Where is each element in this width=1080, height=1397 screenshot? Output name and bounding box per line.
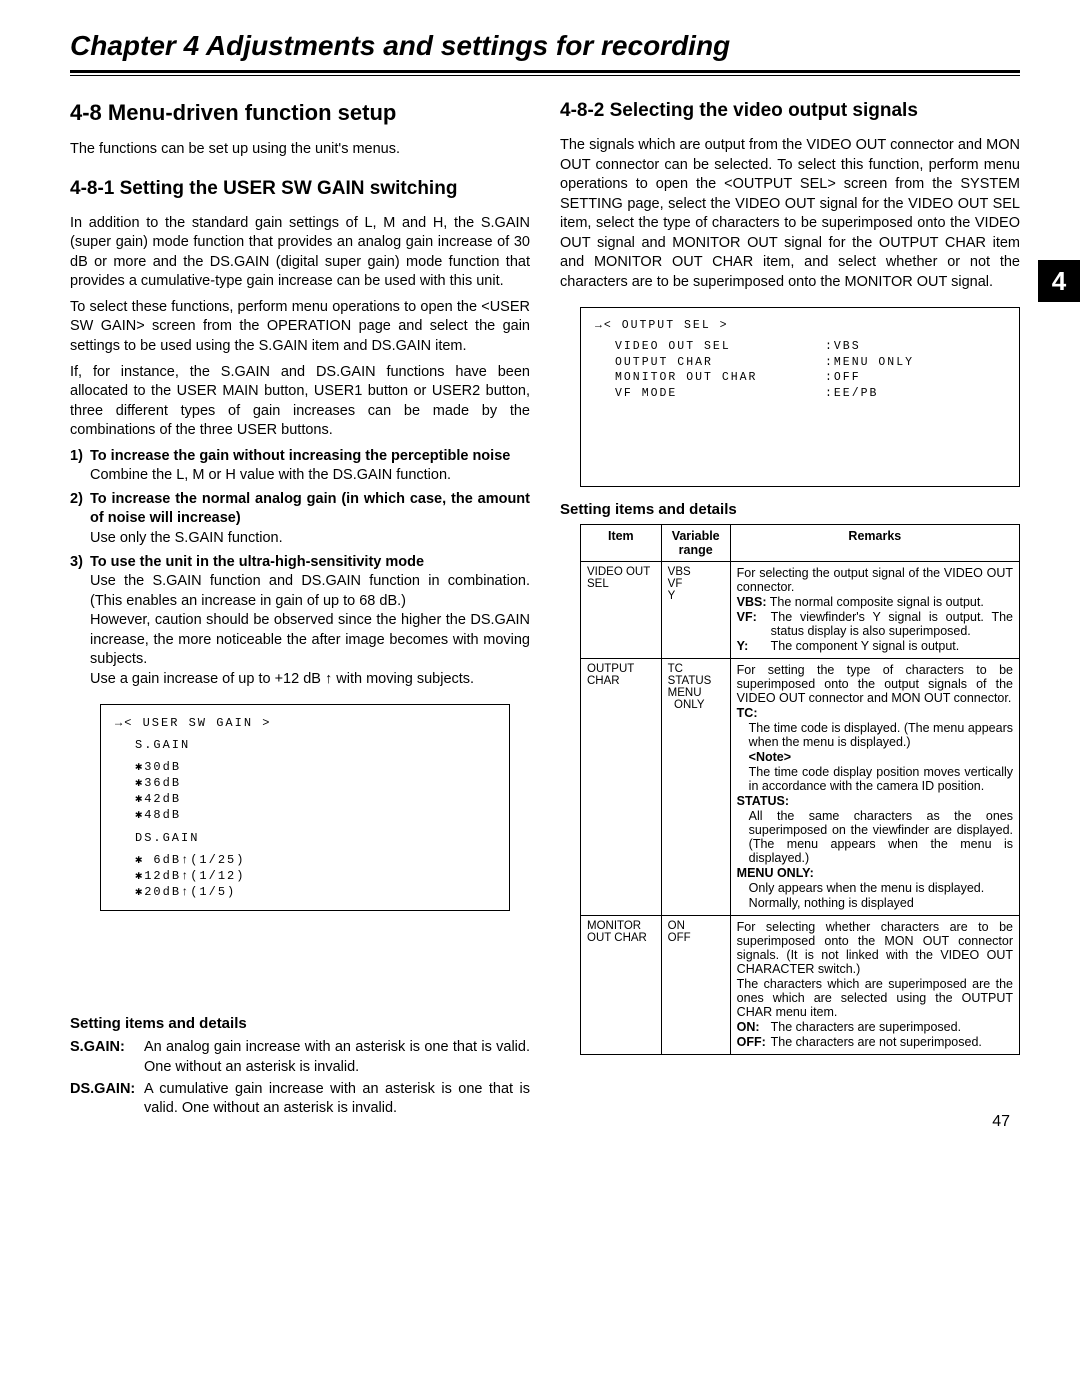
menu-line: ✱48dB [115, 807, 495, 823]
chapter-title: Chapter 4 Adjustments and settings for r… [70, 30, 1020, 62]
term-dsgain: DS.GAIN: [70, 1080, 144, 1119]
paragraph: If, for instance, the S.GAIN and DS.GAIN… [70, 363, 530, 441]
menu-val: :OFF [825, 370, 861, 386]
definition-list: S.GAIN: An analog gain increase with an … [70, 1038, 530, 1118]
menu-line: ✱20dB↑(1/5) [115, 884, 495, 900]
numbered-list: 1)To increase the gain without increasin… [70, 447, 530, 690]
divider [70, 70, 1020, 76]
menu-key: VIDEO OUT SEL [615, 339, 825, 355]
list-item-body: Combine the L, M or H value with the DS.… [70, 466, 530, 486]
menu-line: ✱ 6dB↑(1/25) [115, 852, 495, 868]
list-item-head: To use the unit in the ultra-high-sensit… [90, 553, 424, 573]
list-item-body: However, caution should be observed sinc… [70, 611, 530, 670]
menu-line: DS.GAIN [115, 830, 495, 846]
heading-4-8-2: 4-8-2 Selecting the video output signals [560, 100, 1020, 122]
cell-remarks: For selecting whether characters are to … [730, 915, 1019, 1054]
list-item-head: To increase the gain without increasing … [90, 447, 510, 467]
setting-items-heading: Setting items and details [70, 1015, 530, 1032]
heading-4-8-1: 4-8-1 Setting the USER SW GAIN switching [70, 178, 530, 200]
table-row: VIDEO OUT SEL VBS VF Y For selecting the… [581, 561, 1020, 658]
menu-key: MONITOR OUT CHAR [615, 370, 825, 386]
cell-remarks: For setting the type of characters to be… [730, 658, 1019, 915]
cell-item: MONITOR OUT CHAR [581, 915, 662, 1054]
menu-val: :MENU ONLY [825, 355, 914, 371]
menu-line: S.GAIN [115, 737, 495, 753]
th-item: Item [581, 524, 662, 561]
left-column: 4-8 Menu-driven function setup The funct… [70, 100, 530, 1121]
th-remarks: Remarks [730, 524, 1019, 561]
cell-variable: TC STATUS MENU ONLY [661, 658, 730, 915]
table-row: OUTPUT CHAR TC STATUS MENU ONLY For sett… [581, 658, 1020, 915]
paragraph: In addition to the standard gain setting… [70, 214, 530, 292]
def-dsgain: A cumulative gain increase with an aster… [144, 1080, 530, 1119]
list-item-body: Use only the S.GAIN function. [70, 529, 530, 549]
right-column: 4-8-2 Selecting the video output signals… [560, 100, 1020, 1121]
paragraph: To select these functions, perform menu … [70, 298, 530, 357]
menu-key: OUTPUT CHAR [615, 355, 825, 371]
menu-title: →< USER SW GAIN > [115, 715, 495, 731]
table-row: MONITOR OUT CHAR ON OFF For selecting wh… [581, 915, 1020, 1054]
cell-variable: VBS VF Y [661, 561, 730, 658]
menu-val: :VBS [825, 339, 861, 355]
th-variable-range: Variable range [661, 524, 730, 561]
paragraph: The signals which are output from the VI… [560, 136, 1020, 293]
paragraph: The functions can be set up using the un… [70, 140, 530, 160]
heading-4-8: 4-8 Menu-driven function setup [70, 100, 530, 126]
def-sgain: An analog gain increase with an asterisk… [144, 1038, 530, 1077]
list-item-head: To increase the normal analog gain (in w… [90, 490, 530, 529]
term-sgain: S.GAIN: [70, 1038, 144, 1077]
menu-line: ✱30dB [115, 759, 495, 775]
menu-key: VF MODE [615, 386, 825, 402]
cell-item: OUTPUT CHAR [581, 658, 662, 915]
page-number: 47 [992, 1113, 1010, 1131]
setting-items-heading: Setting items and details [560, 501, 1020, 518]
cell-remarks: For selecting the output signal of the V… [730, 561, 1019, 658]
cell-variable: ON OFF [661, 915, 730, 1054]
menu-line: ✱42dB [115, 791, 495, 807]
menu-screen-output-sel: →< OUTPUT SEL > VIDEO OUT SEL:VBS OUTPUT… [580, 307, 1020, 487]
menu-line: ✱36dB [115, 775, 495, 791]
cell-item: VIDEO OUT SEL [581, 561, 662, 658]
chapter-tab: 4 [1038, 260, 1080, 302]
menu-screen-user-sw-gain: →< USER SW GAIN > S.GAIN ✱30dB ✱36dB ✱42… [100, 704, 510, 912]
list-item-body: Use the S.GAIN function and DS.GAIN func… [70, 572, 530, 611]
menu-val: :EE/PB [825, 386, 878, 402]
menu-title: →< OUTPUT SEL > [595, 318, 1005, 334]
menu-line: ✱12dB↑(1/12) [115, 868, 495, 884]
list-item-body: Use a gain increase of up to +12 dB ↑ wi… [70, 670, 530, 690]
settings-table: Item Variable range Remarks VIDEO OUT SE… [580, 524, 1020, 1055]
